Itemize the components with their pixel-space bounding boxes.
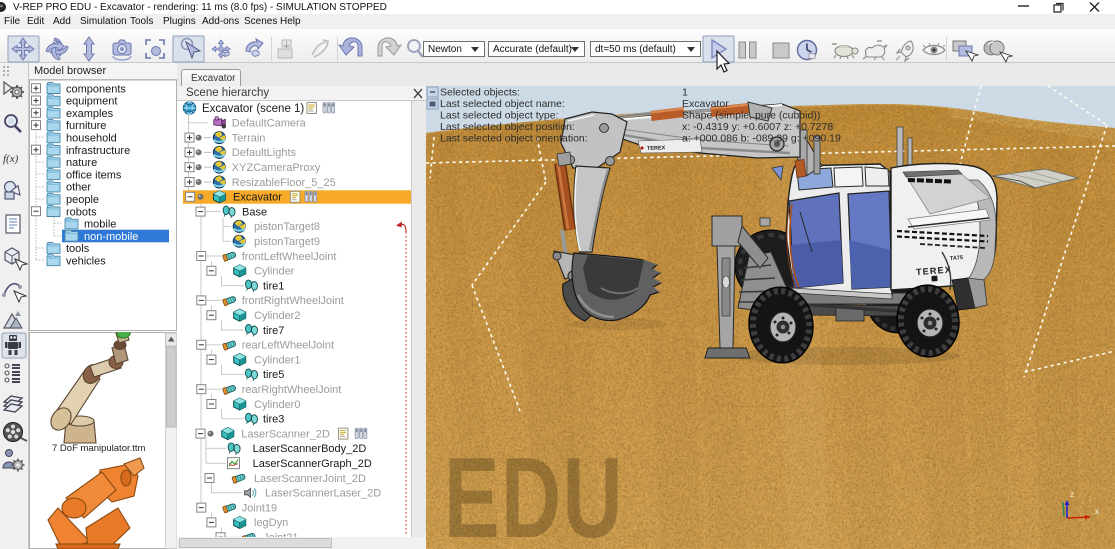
- svg-text:rearRightWheelJoint: rearRightWheelJoint: [242, 384, 342, 396]
- svg-text:LaserScannerLaser_2D: LaserScannerLaser_2D: [265, 488, 381, 500]
- svg-text:a: +000.086 b: -089.39 g: +0: a: +000.086 b: -089.39 g: +090.19: [682, 133, 841, 145]
- svg-text:examples: examples: [66, 108, 114, 120]
- svg-text:Excavator: Excavator: [233, 192, 282, 204]
- svg-text:ResizableFloor_5_25: ResizableFloor_5_25: [232, 177, 336, 189]
- svg-text:f(x): f(x): [3, 153, 19, 165]
- svg-text:Selected objects:: Selected objects:: [440, 87, 520, 99]
- svg-text:7 DoF manipulator.ttm: 7 DoF manipulator.ttm: [52, 443, 146, 454]
- svg-text:Last selected object name:: Last selected object name:: [440, 98, 565, 110]
- svg-text:vehicles: vehicles: [66, 256, 106, 268]
- svg-text:DefaultCamera: DefaultCamera: [232, 118, 307, 130]
- svg-text:tire3: tire3: [263, 414, 284, 426]
- svg-text:LaserScannerBody_2D: LaserScannerBody_2D: [253, 443, 367, 455]
- svg-text:Joint19: Joint19: [242, 502, 277, 514]
- svg-text:Excavator (scene 1): Excavator (scene 1): [202, 103, 304, 115]
- svg-text:components: components: [66, 83, 126, 95]
- svg-text:Excavator: Excavator: [682, 98, 729, 110]
- svg-text:infrastructure: infrastructure: [66, 145, 130, 157]
- svg-text:furniture: furniture: [66, 120, 106, 132]
- svg-text:LaserScanner_2D: LaserScanner_2D: [241, 428, 330, 440]
- svg-text:EDU: EDU: [444, 435, 624, 549]
- svg-text:x: -0.4319 y: +0.6007 z: +0.: x: -0.4319 y: +0.6007 z: +0.7278: [682, 121, 833, 133]
- svg-text:Shape (simple, pure (cuboid)): Shape (simple, pure (cuboid)): [682, 110, 820, 122]
- svg-text:pistonTarget8: pistonTarget8: [254, 221, 320, 233]
- svg-text:Cylinder1: Cylinder1: [254, 354, 300, 366]
- svg-text:non-mobile: non-mobile: [84, 231, 138, 243]
- svg-text:legDyn: legDyn: [254, 517, 288, 529]
- svg-text:nature: nature: [66, 157, 97, 169]
- svg-text:tire1: tire1: [263, 280, 284, 292]
- svg-text:pistonTarget9: pistonTarget9: [254, 236, 320, 248]
- svg-text:office items: office items: [66, 169, 122, 181]
- svg-text:tools: tools: [66, 243, 90, 255]
- svg-text:frontRightWheelJoint: frontRightWheelJoint: [242, 295, 344, 307]
- svg-text:people: people: [66, 194, 99, 206]
- svg-text:household: household: [66, 133, 117, 145]
- svg-text:1: 1: [682, 87, 688, 99]
- svg-text:LaserScannerGraph_2D: LaserScannerGraph_2D: [253, 458, 372, 470]
- svg-text:Cylinder: Cylinder: [254, 266, 295, 278]
- svg-text:Last selected object position:: Last selected object position:: [440, 121, 575, 133]
- svg-text:Base: Base: [242, 206, 267, 218]
- svg-text:TEREX: TEREX: [647, 145, 666, 152]
- svg-text:tire5: tire5: [263, 369, 284, 381]
- svg-text:x: x: [1095, 507, 1099, 516]
- svg-text:TA75: TA75: [950, 255, 963, 262]
- svg-text:DefaultLights: DefaultLights: [232, 147, 297, 159]
- svg-text:equipment: equipment: [66, 96, 117, 108]
- svg-text:rearLeftWheelJoint: rearLeftWheelJoint: [242, 340, 334, 352]
- svg-text:z: z: [1070, 490, 1074, 499]
- svg-text:robots: robots: [66, 206, 97, 218]
- svg-text:XYZCameraProxy: XYZCameraProxy: [232, 162, 321, 174]
- svg-text:Last selected object orientati: Last selected object orientation:: [440, 133, 588, 145]
- svg-text:Terrain: Terrain: [232, 132, 266, 144]
- svg-text:frontLeftWheelJoint: frontLeftWheelJoint: [242, 251, 337, 263]
- svg-text:other: other: [66, 182, 91, 194]
- svg-text:tire7: tire7: [263, 325, 284, 337]
- svg-text:Cylinder0: Cylinder0: [254, 399, 300, 411]
- svg-text:Last selected object type:: Last selected object type:: [440, 110, 559, 122]
- svg-text:mobile: mobile: [84, 219, 116, 231]
- svg-text:LaserScannerJoint_2D: LaserScannerJoint_2D: [254, 473, 366, 485]
- svg-text:Cylinder2: Cylinder2: [254, 310, 300, 322]
